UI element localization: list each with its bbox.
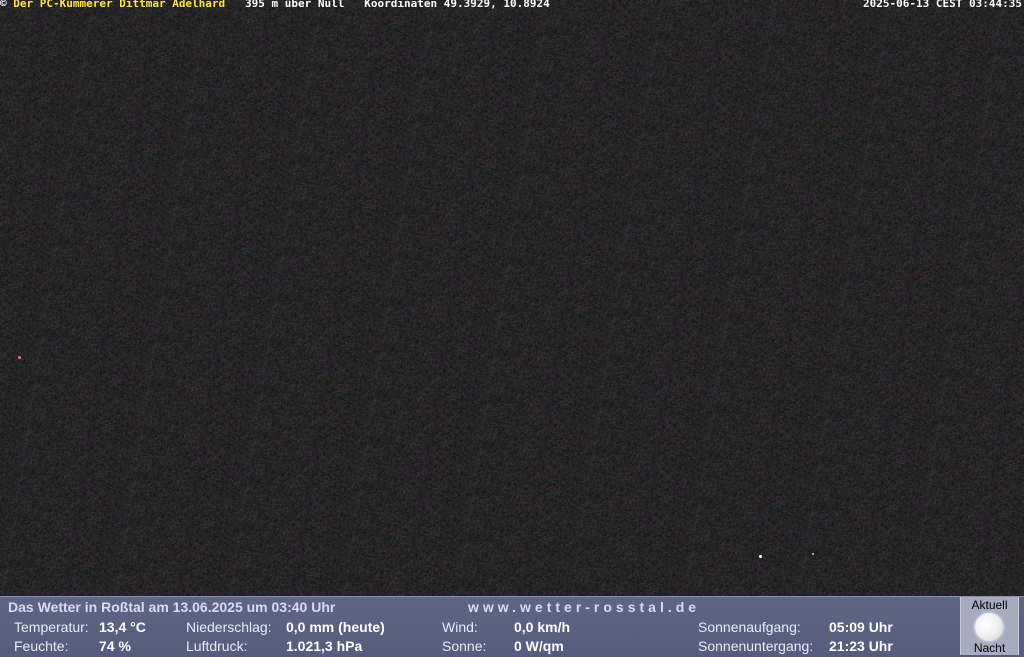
timestamp-text: 2025-06-13 CEST 03:44:35 <box>863 0 1022 10</box>
sun-label: Sonne: <box>442 638 487 654</box>
weather-panel: Das Wetter in Roßtal am 13.06.2025 um 03… <box>0 596 1024 657</box>
moon-top-label: Aktuell <box>971 598 1008 612</box>
temperature-label: Temperatur: <box>14 619 89 635</box>
temperature-value: 13,4 °C <box>99 619 146 635</box>
webcam-image <box>0 0 1024 596</box>
precipitation-value: 0,0 mm (heute) <box>286 619 385 635</box>
moon-bottom-label: Nacht <box>973 641 1006 655</box>
wind-value: 0,0 km/h <box>514 619 571 635</box>
webcam-night-noise <box>0 0 1024 596</box>
author-name: Der PC-Kümmerer Dittmar Adelhard <box>13 0 226 10</box>
precipitation-label: Niederschlag: <box>186 619 272 635</box>
altitude-text: 395 m über Null <box>245 0 345 10</box>
light-spot-bottom-2 <box>812 553 814 555</box>
full-moon-icon <box>975 613 1003 641</box>
sunrise-value: 05:09 Uhr <box>829 619 893 635</box>
sunset-value: 21:23 Uhr <box>829 638 893 654</box>
sunset-label: Sonnenuntergang: <box>698 638 814 654</box>
sunrise-label: Sonnenaufgang: <box>698 619 801 635</box>
weather-values: Temperatur: 13,4 °C Feuchte: 74 % Nieder… <box>0 597 960 657</box>
light-spot-left <box>18 356 21 359</box>
pressure-value: 1.021,3 hPa <box>286 638 363 654</box>
light-spot-bottom-1 <box>759 555 762 558</box>
copyright-symbol: © <box>0 0 7 10</box>
pressure-label: Luftdruck: <box>186 638 248 654</box>
humidity-label: Feuchte: <box>14 638 69 654</box>
overlay-info-line: © Der PC-Kümmerer Dittmar Adelhard 395 m… <box>0 0 550 10</box>
sun-value: 0 W/qm <box>514 638 564 654</box>
humidity-value: 74 % <box>99 638 131 654</box>
coordinates-text: Koordinaten 49.3929, 10.8924 <box>364 0 550 10</box>
moon-phase-box: Aktuell Nacht <box>960 597 1019 655</box>
wind-label: Wind: <box>442 619 478 635</box>
